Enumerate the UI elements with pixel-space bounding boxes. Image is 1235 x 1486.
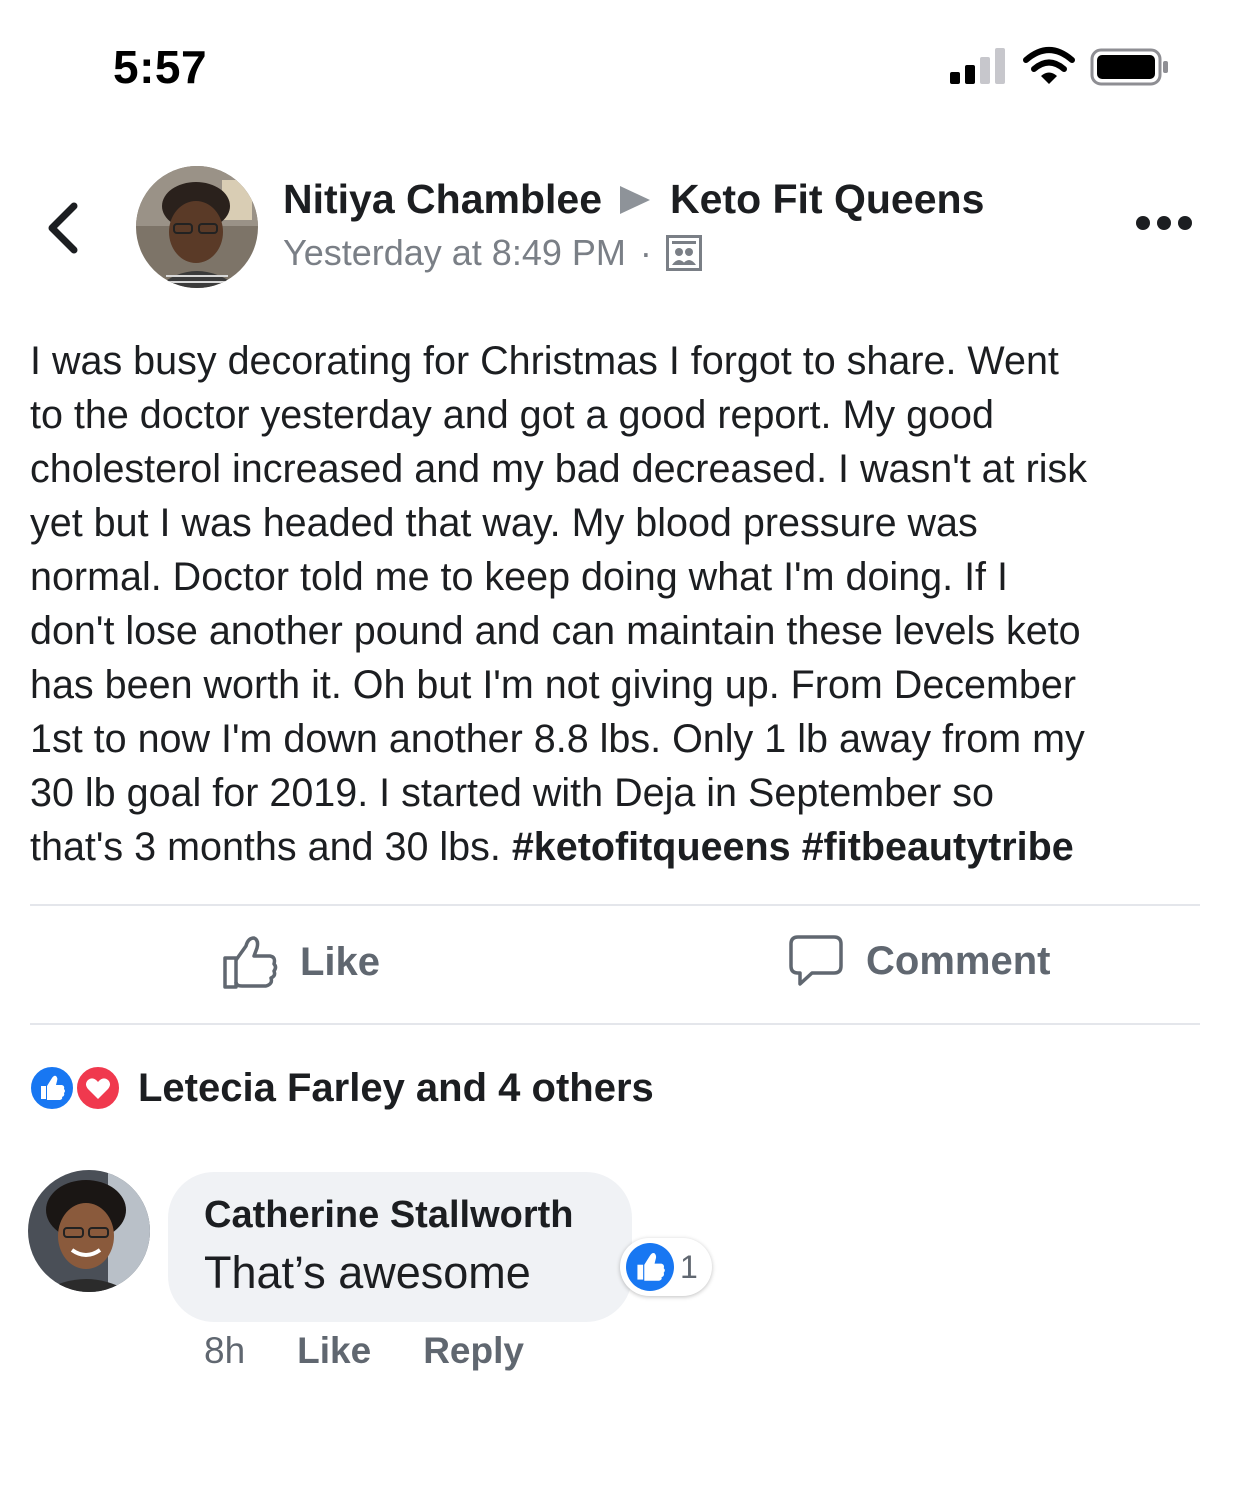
post-text-line: I was busy decorating for Christmas I fo… xyxy=(30,339,1059,383)
shared-to-arrow-icon xyxy=(620,185,650,214)
comment-reply-button[interactable]: Reply xyxy=(423,1330,524,1372)
more-dot-icon xyxy=(1157,216,1171,230)
reactions-summary[interactable]: Letecia Farley and 4 others xyxy=(28,1060,654,1116)
thumbs-up-outline-icon xyxy=(223,936,278,989)
reaction-icons xyxy=(28,1062,126,1114)
battery-icon xyxy=(1090,48,1168,86)
post-body: I was busy decorating for Christmas I fo… xyxy=(30,334,1210,874)
divider xyxy=(30,1023,1200,1025)
comment-reaction-badge[interactable]: 1 xyxy=(620,1238,712,1296)
post-group-name[interactable]: Keto Fit Queens xyxy=(670,176,984,223)
post-author-name[interactable]: Nitiya Chamblee xyxy=(283,176,602,223)
commenter-avatar[interactable] xyxy=(28,1170,150,1292)
post-timestamp[interactable]: Yesterday at 8:49 PM xyxy=(283,232,626,274)
post-text-fragment: that's 3 months and 30 lbs. xyxy=(30,825,512,869)
back-button[interactable] xyxy=(40,200,86,256)
post-text-last-line: that's 3 months and 30 lbs. #ketofitquee… xyxy=(30,820,1210,874)
comment-button[interactable]: Comment xyxy=(788,934,1050,988)
more-dot-icon xyxy=(1178,216,1192,230)
comment-actions: 8h Like Reply xyxy=(204,1330,576,1372)
comment-like-button[interactable]: Like xyxy=(297,1330,371,1372)
comment-button-label: Comment xyxy=(866,938,1051,983)
commenter-name[interactable]: Catherine Stallworth xyxy=(204,1194,632,1237)
post-text-line: cholesterol increased and my bad decreas… xyxy=(30,447,1088,491)
post-action-bar: Like Comment xyxy=(0,906,1235,1024)
like-reaction-icon xyxy=(626,1243,674,1291)
more-options-button[interactable] xyxy=(1136,216,1192,236)
like-button-label: Like xyxy=(300,939,381,984)
like-button[interactable]: Like xyxy=(222,934,380,990)
group-audience-icon xyxy=(665,235,702,271)
love-reaction-icon xyxy=(74,1064,122,1112)
status-bar: 5:57 xyxy=(0,0,1235,130)
comment-bubble[interactable]: Catherine Stallworth That’s awesome xyxy=(168,1172,632,1322)
hashtag-fitbeautytribe[interactable]: #fitbeautytribe xyxy=(802,825,1074,869)
wifi-icon xyxy=(1023,47,1075,84)
post-text-line: yet but I was headed that way. My blood … xyxy=(30,501,978,545)
post-meta: Yesterday at 8:49 PM · xyxy=(283,232,702,274)
meta-separator: · xyxy=(639,232,652,273)
like-reaction-icon xyxy=(28,1064,76,1112)
commenter-avatar-image xyxy=(28,1170,150,1292)
post-author-line: Nitiya Chamblee Keto Fit Queens xyxy=(283,176,984,223)
post-text-line: normal. Doctor told me to keep doing wha… xyxy=(30,555,1008,599)
hashtag-ketofitqueens[interactable]: #ketofitqueens xyxy=(512,825,791,869)
comment-reaction-count: 1 xyxy=(680,1248,698,1285)
author-avatar-image xyxy=(136,166,258,288)
post-text-line: 1st to now I'm down another 8.8 lbs. Onl… xyxy=(30,717,1085,761)
post-text-line: don't lose another pound and can maintai… xyxy=(30,609,1081,653)
comment: Catherine Stallworth That’s awesome 1 8h… xyxy=(28,1170,1208,1390)
author-avatar[interactable] xyxy=(136,166,258,288)
post-text-line: has been worth it. Oh but I'm not giving… xyxy=(30,663,1076,707)
comment-age: 8h xyxy=(204,1330,246,1371)
post-text-line: to the doctor yesterday and got a good r… xyxy=(30,393,994,437)
cellular-signal-icon xyxy=(950,48,1005,84)
more-dot-icon xyxy=(1136,216,1150,230)
comment-text: That’s awesome xyxy=(204,1247,531,1298)
post-text-line: 30 lb goal for 2019. I started with Deja… xyxy=(30,771,994,815)
reactions-summary-text[interactable]: Letecia Farley and 4 others xyxy=(138,1066,654,1111)
status-time: 5:57 xyxy=(113,41,208,93)
post-header: Nitiya Chamblee Keto Fit Queens Yesterda… xyxy=(0,160,1235,300)
comment-bubble-icon xyxy=(789,935,843,986)
